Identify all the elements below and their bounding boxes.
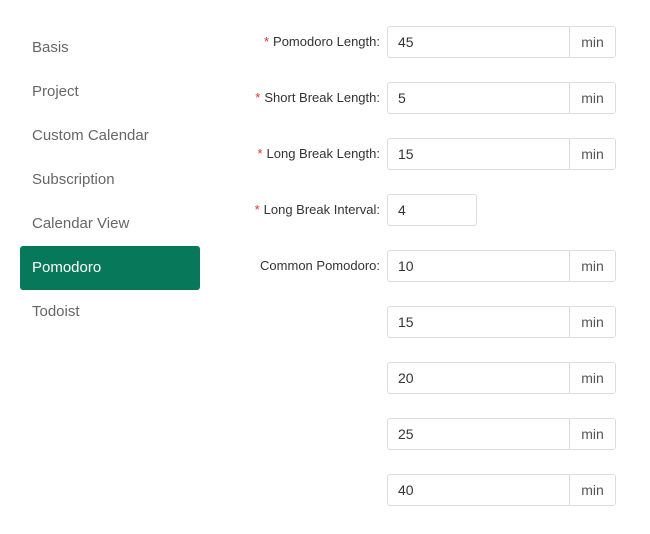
settings-page: Basis Project Custom Calendar Subscripti… xyxy=(0,0,650,534)
common-pomodoro-input-2[interactable] xyxy=(388,307,569,337)
required-mark: * xyxy=(263,34,270,49)
short-break-length-input[interactable] xyxy=(388,83,569,113)
long-break-length-unit: min xyxy=(569,139,615,169)
long-break-interval-input-group xyxy=(387,194,477,226)
pomodoro-length-input-group: min xyxy=(387,26,616,58)
long-break-length-input-group: min xyxy=(387,138,616,170)
pomodoro-length-label-text: Pomodoro Length: xyxy=(273,34,380,49)
required-mark: * xyxy=(255,90,261,105)
common-pomodoro-input-group-5: min xyxy=(387,474,616,506)
long-break-length-label: * Long Break Length: xyxy=(257,138,380,170)
common-pomodoro-row-4: min xyxy=(0,418,650,450)
long-break-length-input[interactable] xyxy=(388,139,569,169)
short-break-length-label-text: Short Break Length: xyxy=(264,90,380,105)
common-pomodoro-row-5: min xyxy=(0,474,650,506)
long-break-interval-label-text: Long Break Interval: xyxy=(263,202,380,217)
pomodoro-length-row: *Pomodoro Length: min xyxy=(0,26,650,58)
pomodoro-length-unit: min xyxy=(569,27,615,57)
common-pomodoro-row: Common Pomodoro: min xyxy=(0,250,650,282)
required-mark: * xyxy=(257,146,263,161)
long-break-interval-input[interactable] xyxy=(388,195,476,225)
common-pomodoro-row-2: min xyxy=(0,306,650,338)
short-break-length-label: * Short Break Length: xyxy=(255,82,380,114)
common-pomodoro-row-3: min xyxy=(0,362,650,394)
common-pomodoro-unit-5: min xyxy=(569,475,615,505)
common-pomodoro-unit-3: min xyxy=(569,363,615,393)
common-pomodoro-input-5[interactable] xyxy=(388,475,569,505)
common-pomodoro-unit-4: min xyxy=(569,419,615,449)
common-pomodoro-input-group-4: min xyxy=(387,418,616,450)
common-pomodoro-input-1[interactable] xyxy=(388,251,569,281)
common-pomodoro-input-group-2: min xyxy=(387,306,616,338)
pomodoro-length-label: * Pomodoro Length: xyxy=(264,26,380,58)
long-break-interval-row: * Long Break Interval: xyxy=(0,194,650,226)
common-pomodoro-unit-1: min xyxy=(569,251,615,281)
required-mark: * xyxy=(254,202,260,217)
common-pomodoro-input-group-3: min xyxy=(387,362,616,394)
long-break-length-row: *Long Break Length: min xyxy=(0,138,650,170)
common-pomodoro-unit-2: min xyxy=(569,307,615,337)
pomodoro-length-input[interactable] xyxy=(388,27,569,57)
common-pomodoro-label: Common Pomodoro: xyxy=(260,258,380,273)
common-pomodoro-input-4[interactable] xyxy=(388,419,569,449)
long-break-length-label-text: Long Break Length: xyxy=(266,146,380,161)
long-break-interval-label: * Long Break Interval: xyxy=(255,194,380,226)
common-pomodoro-input-group-1: min xyxy=(387,250,616,282)
short-break-length-input-group: min xyxy=(387,82,616,114)
pomodoro-settings-form: *Pomodoro Length: min *Short Break Lengt… xyxy=(0,0,650,534)
short-break-length-row: *Short Break Length: min xyxy=(0,82,650,114)
short-break-length-unit: min xyxy=(569,83,615,113)
common-pomodoro-input-3[interactable] xyxy=(388,363,569,393)
